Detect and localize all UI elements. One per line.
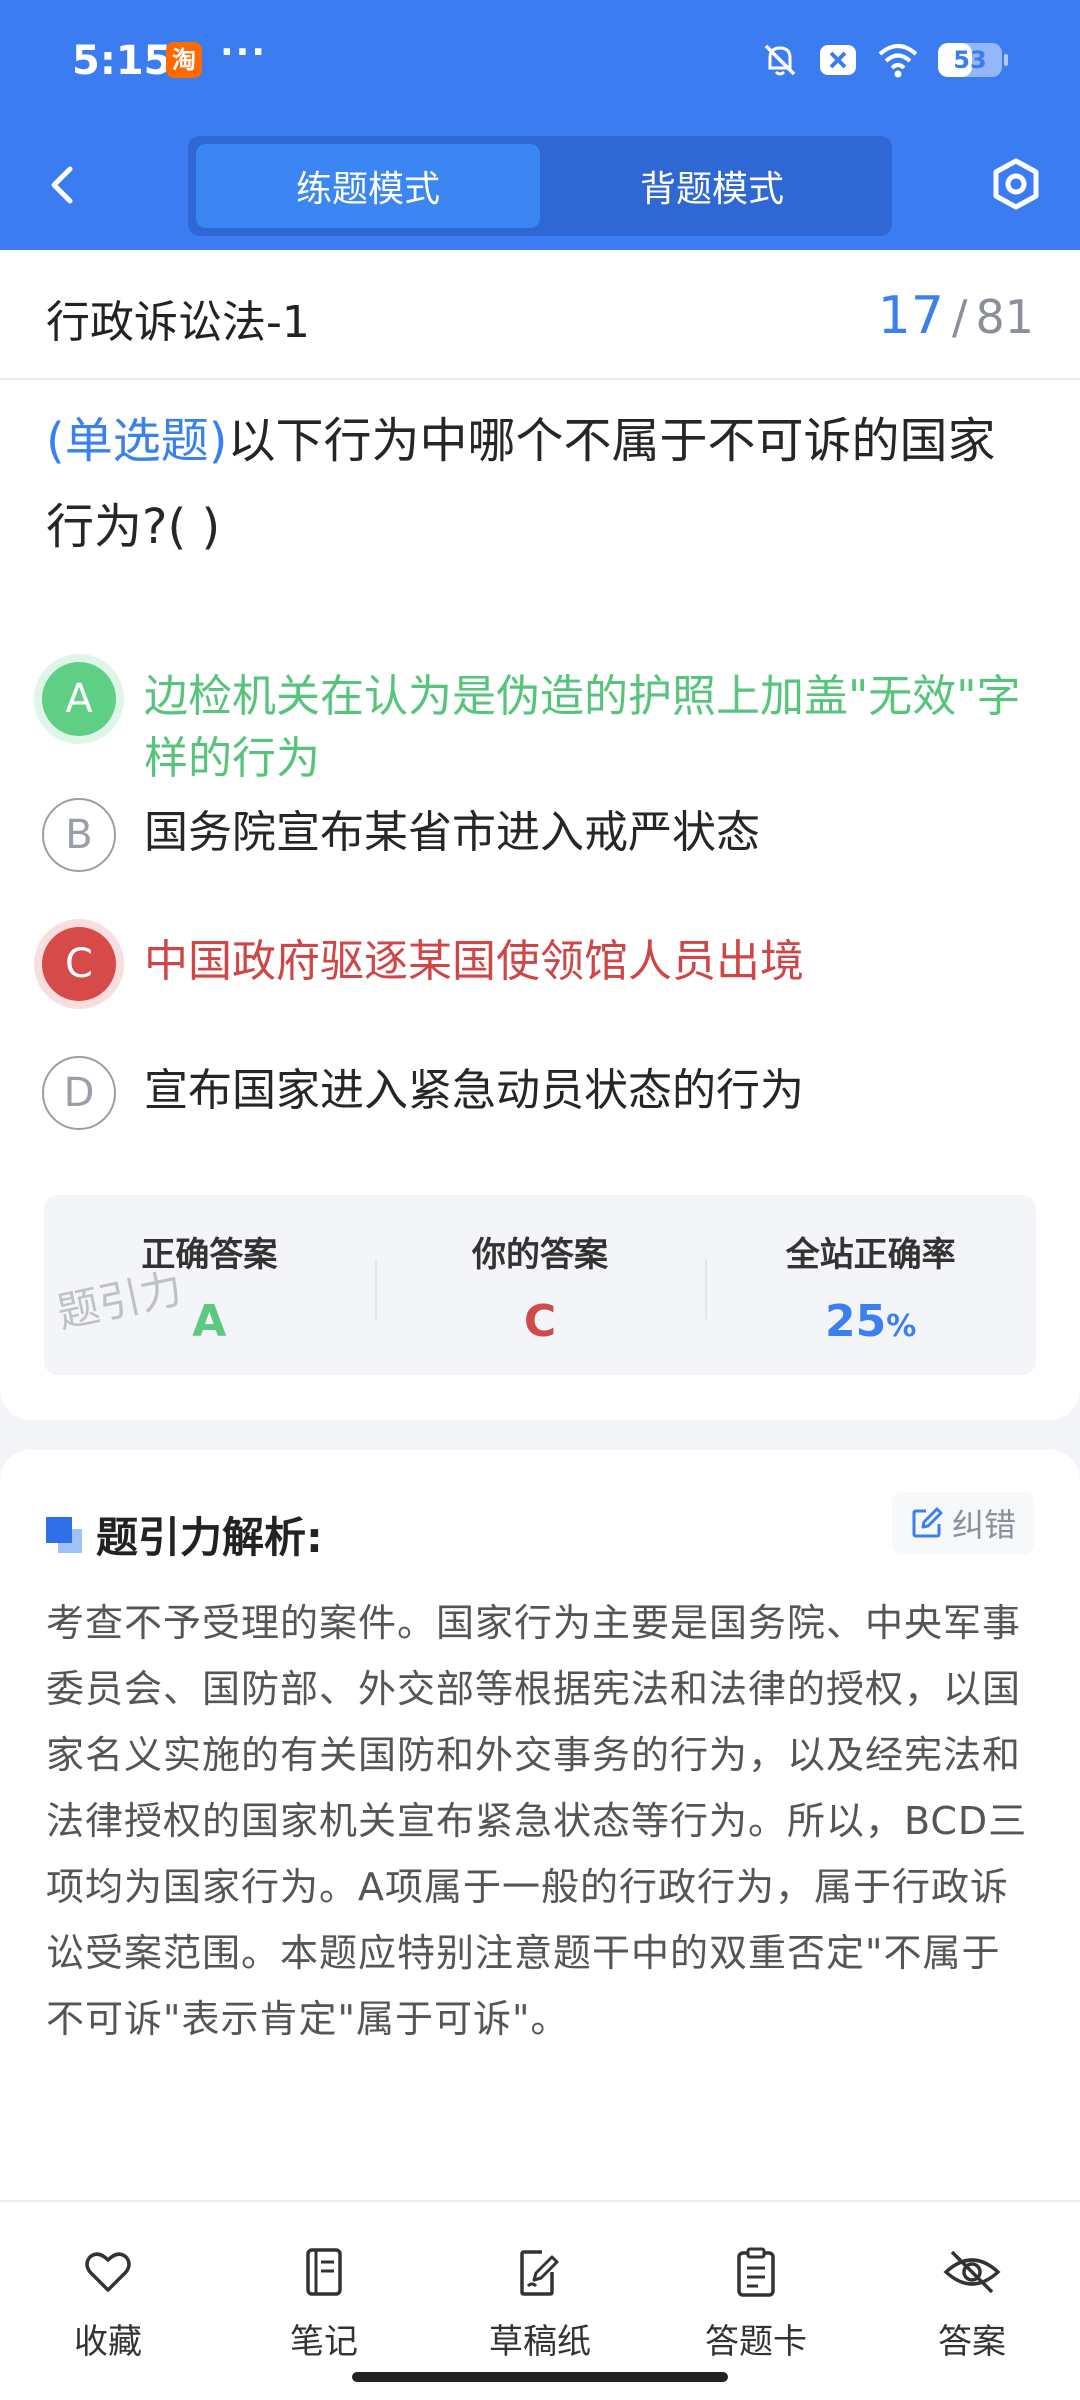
nav-answer-sheet-label: 答题卡 xyxy=(705,2322,807,2362)
gear-icon xyxy=(993,158,1039,210)
option-text: 中国政府驱逐某国使领馆人员出境 xyxy=(144,936,804,987)
your-answer-label: 你的答案 xyxy=(472,1235,608,1275)
option-c[interactable]: C 中国政府驱逐某国使领馆人员出境 xyxy=(42,927,1042,1001)
mute-bell-icon xyxy=(764,44,796,76)
option-d[interactable]: D 宣布国家进入紧急动员状态的行为 xyxy=(42,1056,1042,1130)
mode-switch: 练题模式 背题模式 xyxy=(188,136,892,236)
analysis-header: 题引力解析: xyxy=(46,1504,323,1565)
back-button[interactable] xyxy=(40,155,84,215)
accuracy-value: 25% xyxy=(705,1296,1036,1347)
nav-answer-sheet[interactable]: 答题卡 xyxy=(648,2202,864,2400)
tab-practice-mode[interactable]: 练题模式 xyxy=(196,144,540,228)
bottom-nav: 收藏 笔记 草稿纸 答题卡 答案 xyxy=(0,2200,1080,2400)
tab-memorize-mode[interactable]: 背题模式 xyxy=(540,144,884,228)
option-text: 边检机关在认为是伪造的护照上加盖"无效"字样的行为 xyxy=(144,671,1021,784)
nav-favorite[interactable]: 收藏 xyxy=(0,2202,216,2400)
accuracy-unit: % xyxy=(886,1309,917,1344)
status-time: 5:15 xyxy=(72,38,172,84)
correct-answer-col: 题引力 正确答案 A xyxy=(44,1195,375,1375)
option-a[interactable]: A 边检机关在认为是伪造的护照上加盖"无效"字样的行为 xyxy=(42,662,1042,790)
option-letter: C xyxy=(42,927,116,1001)
title-row: 行政诉讼法-1 17/81 xyxy=(0,250,1080,380)
option-letter: A xyxy=(42,662,116,736)
nav-favorite-label: 收藏 xyxy=(74,2322,142,2362)
your-answer-col: 你的答案 C xyxy=(374,1195,706,1375)
analysis-squares-icon xyxy=(46,1516,82,1553)
more-notifications-icon: ··· xyxy=(220,32,268,73)
status-icons: 53 xyxy=(760,40,1008,80)
option-letter: B xyxy=(42,798,116,872)
current-question-number: 17 xyxy=(877,286,944,346)
question-stem: (单选题)以下行为中哪个不属于不可诉的国家行为?( ) xyxy=(46,398,1036,570)
nav-draft[interactable]: 草稿纸 xyxy=(432,2202,648,2400)
analysis-text: 考查不予受理的案件。国家行为主要是国务院、中央军事委员会、国防部、外交部等根据宪… xyxy=(46,1601,1028,2041)
page-title: 行政诉讼法-1 xyxy=(46,297,310,348)
status-bar: 5:15 淘 ··· 53 xyxy=(0,0,1080,125)
answer-summary: 题引力 正确答案 A 你的答案 C 全站正确率 25% xyxy=(44,1195,1036,1375)
settings-button[interactable] xyxy=(988,156,1044,212)
analysis-card: 题引力解析: 纠错 考查不予受理的案件。国家行为主要是国务院、中央军事委员会、国… xyxy=(0,1450,1080,2200)
report-error-button[interactable]: 纠错 xyxy=(891,1492,1034,1554)
question-type: (单选题) xyxy=(46,413,228,469)
answer-sheet-icon xyxy=(737,2247,775,2297)
taobao-notification-icon: 淘 xyxy=(166,42,202,78)
analysis-title: 题引力解析: xyxy=(96,1513,323,1562)
nav-notes[interactable]: 笔记 xyxy=(216,2202,432,2400)
question-card: 行政诉讼法-1 17/81 (单选题)以下行为中哪个不属于不可诉的国家行为?( … xyxy=(0,250,1080,1420)
question-counter: 17/81 xyxy=(878,286,1034,346)
accuracy-label: 全站正确率 xyxy=(785,1235,956,1275)
chevron-left-icon xyxy=(51,166,73,204)
nav-notes-label: 笔记 xyxy=(290,2322,358,2362)
option-letter: D xyxy=(42,1056,116,1130)
home-indicator[interactable] xyxy=(352,2372,728,2382)
heart-icon xyxy=(85,2252,131,2292)
nav-answer[interactable]: 答案 xyxy=(864,2202,1080,2400)
report-error-label: 纠错 xyxy=(951,1506,1016,1544)
battery-level: 53 xyxy=(953,46,987,74)
your-answer-value: C xyxy=(523,1296,557,1347)
correct-answer-label: 正确答案 xyxy=(141,1235,278,1275)
accuracy-number: 25 xyxy=(825,1296,887,1347)
battery-icon: 53 xyxy=(938,43,1008,77)
option-text: 宣布国家进入紧急动员状态的行为 xyxy=(144,1065,804,1116)
edit-icon xyxy=(912,1507,943,1538)
accuracy-col: 全站正确率 25% xyxy=(705,1195,1036,1375)
app-header: 5:15 淘 ··· 53 练题模式 背题模式 xyxy=(0,0,1080,250)
nav-answer-label: 答案 xyxy=(938,2322,1006,2362)
eye-off-icon xyxy=(943,2250,1001,2294)
total-questions: 81 xyxy=(975,290,1034,344)
counter-separator: / xyxy=(951,290,968,344)
close-notification-icon xyxy=(820,45,856,75)
option-text: 国务院宣布某省市进入戒严状态 xyxy=(144,807,760,858)
wifi-icon xyxy=(878,44,918,78)
notebook-icon xyxy=(306,2248,342,2296)
option-b[interactable]: B 国务院宣布某省市进入戒严状态 xyxy=(42,798,1042,872)
nav-draft-label: 草稿纸 xyxy=(489,2322,591,2362)
draft-icon xyxy=(520,2250,559,2296)
